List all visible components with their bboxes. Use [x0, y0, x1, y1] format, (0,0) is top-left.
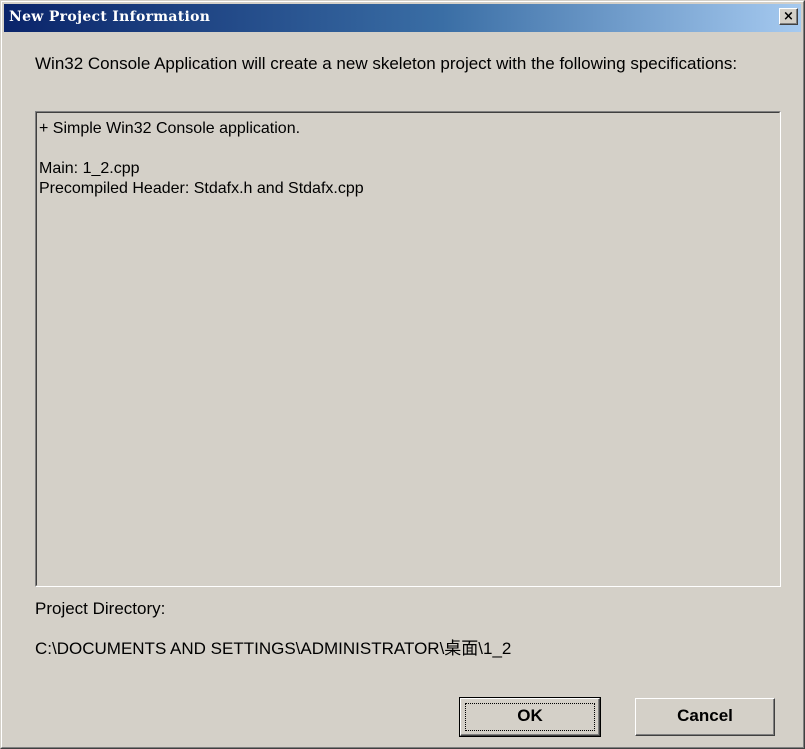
title-bar[interactable]: New Project Information ×: [4, 4, 801, 32]
ok-button-label: OK: [517, 706, 543, 725]
window-title: New Project Information: [9, 9, 211, 25]
cancel-button[interactable]: Cancel: [635, 698, 775, 736]
project-directory-label: Project Directory:: [35, 599, 166, 618]
specifications-box[interactable]: + Simple Win32 Console application. Main…: [35, 111, 781, 587]
spec-line: Main: 1_2.cpp: [39, 160, 140, 177]
close-icon: ×: [783, 9, 794, 24]
close-button[interactable]: ×: [779, 8, 798, 25]
intro-text: Win32 Console Application will create a …: [35, 54, 738, 73]
project-directory-path: C:\DOCUMENTS AND SETTINGS\ADMINISTRATOR\…: [35, 639, 512, 658]
cancel-button-label: Cancel: [677, 706, 733, 725]
spec-line: [39, 139, 777, 159]
dialog-window: New Project Information × Win32 Console …: [0, 0, 805, 749]
ok-button[interactable]: OK: [459, 697, 601, 737]
spec-line: Precompiled Header: Stdafx.h and Stdafx.…: [39, 180, 364, 197]
specifications-list: + Simple Win32 Console application. Main…: [36, 112, 780, 586]
spec-line: + Simple Win32 Console application.: [39, 120, 301, 137]
